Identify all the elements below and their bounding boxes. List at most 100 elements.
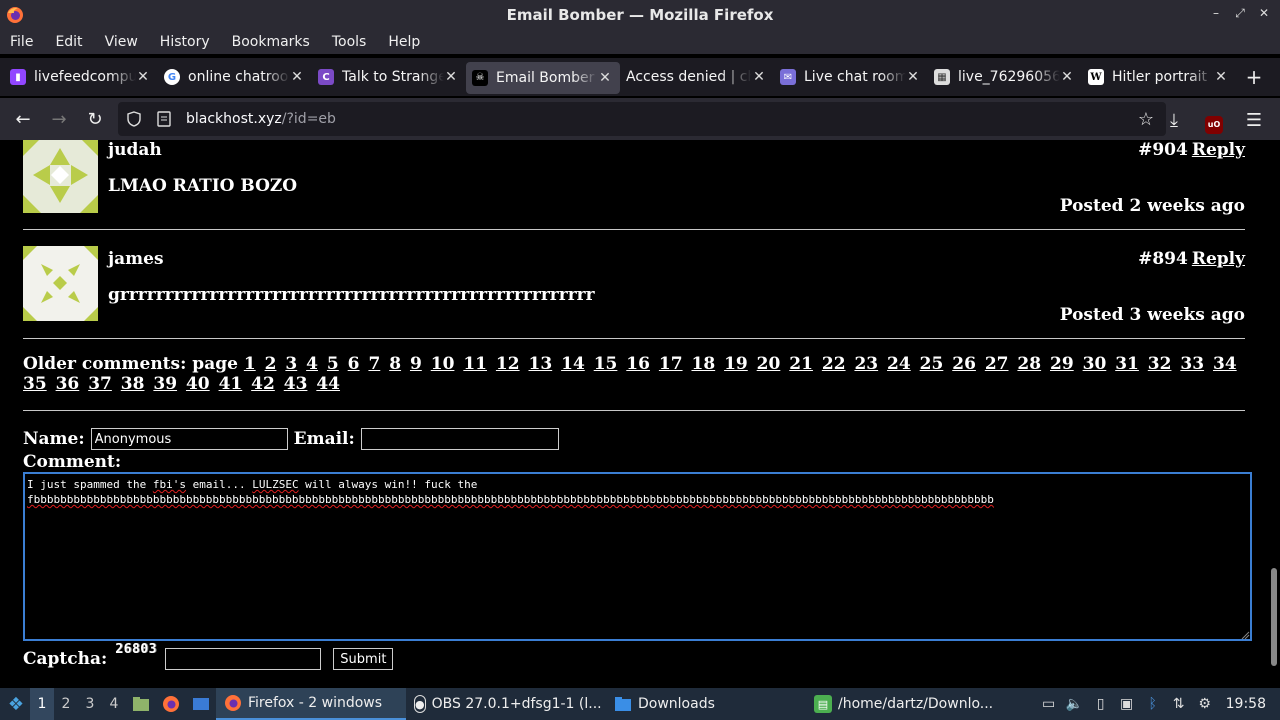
url-text[interactable]: blackhost.xyz/?id=eb — [186, 111, 336, 127]
taskbar-task-obs[interactable]: ● OBS 27.0.1+dfsg1-1 (l... — [406, 688, 606, 720]
menu-history[interactable]: History — [160, 34, 210, 50]
volume-icon[interactable]: 🔈 — [1066, 695, 1084, 713]
page-link-10[interactable]: 10 — [431, 354, 455, 374]
workspace-4[interactable]: 4 — [102, 688, 126, 720]
page-link-12[interactable]: 12 — [496, 354, 520, 374]
page-link-4[interactable]: 4 — [306, 354, 318, 374]
page-link-42[interactable]: 42 — [251, 374, 275, 394]
page-link-36[interactable]: 36 — [56, 374, 80, 394]
settings-icon[interactable]: ⚙ — [1196, 695, 1214, 713]
page-link-31[interactable]: 31 — [1115, 354, 1139, 374]
page-link-27[interactable]: 27 — [985, 354, 1009, 374]
close-tab-icon[interactable]: ✕ — [136, 69, 150, 85]
notes-icon[interactable]: ▯ — [1092, 695, 1110, 713]
tab-live-image[interactable]: ▦ live_7629605664 ✕ — [928, 58, 1082, 96]
page-link-24[interactable]: 24 — [887, 354, 911, 374]
bluetooth-icon[interactable]: ᛒ — [1144, 695, 1162, 713]
close-tab-icon[interactable]: ✕ — [1214, 69, 1228, 85]
page-link-23[interactable]: 23 — [854, 354, 878, 374]
captcha-input[interactable] — [165, 648, 322, 670]
page-link-38[interactable]: 38 — [121, 374, 145, 394]
ublock-origin-icon[interactable]: uO — [1196, 102, 1232, 138]
resize-grip-icon[interactable] — [1240, 630, 1250, 640]
bookmark-star-icon[interactable]: ☆ — [1138, 109, 1154, 130]
new-tab-icon[interactable]: + — [1242, 65, 1266, 89]
page-link-18[interactable]: 18 — [691, 354, 715, 374]
close-tab-icon[interactable]: ✕ — [1060, 69, 1074, 85]
start-menu-icon[interactable]: ❖ — [2, 690, 30, 718]
page-link-22[interactable]: 22 — [822, 354, 846, 374]
minimize-button[interactable]: – — [1210, 6, 1222, 21]
page-link-16[interactable]: 16 — [626, 354, 650, 374]
close-window-button[interactable]: ✕ — [1258, 6, 1270, 21]
menu-view[interactable]: View — [105, 34, 138, 50]
workspace-1[interactable]: 1 — [30, 688, 54, 720]
name-input[interactable] — [90, 428, 288, 450]
page-link-26[interactable]: 26 — [952, 354, 976, 374]
close-tab-icon[interactable]: ✕ — [752, 69, 766, 85]
maximize-button[interactable]: ⤢ — [1234, 6, 1246, 21]
page-link-25[interactable]: 25 — [920, 354, 944, 374]
page-link-41[interactable]: 41 — [219, 374, 243, 394]
close-tab-icon[interactable]: ✕ — [906, 69, 920, 85]
menu-help[interactable]: Help — [388, 34, 420, 50]
submit-button[interactable]: Submit — [333, 648, 394, 670]
close-tab-icon[interactable]: ✕ — [444, 69, 458, 85]
url-bar[interactable]: blackhost.xyz/?id=eb ☆ — [118, 102, 1166, 136]
tab-live-chat-rooms[interactable]: ✉ Live chat rooms ✕ — [774, 58, 928, 96]
page-link-1[interactable]: 1 — [244, 354, 256, 374]
tab-livefeedcomputers[interactable]: ▮ livefeedcomputers ✕ — [4, 58, 158, 96]
page-link-29[interactable]: 29 — [1050, 354, 1074, 374]
taskbar-task-downloads[interactable]: Downloads — [606, 688, 806, 720]
reply-link[interactable]: Reply — [1192, 249, 1245, 269]
page-link-15[interactable]: 15 — [594, 354, 618, 374]
downloads-icon[interactable]: ⤓ — [1156, 102, 1192, 138]
tab-email-bomber[interactable]: ☠ Email Bomber ✕ — [466, 61, 620, 94]
page-link-5[interactable]: 5 — [327, 354, 339, 374]
menu-file[interactable]: File — [10, 34, 33, 50]
forward-arrow-icon[interactable]: → — [41, 101, 77, 137]
page-link-13[interactable]: 13 — [529, 354, 553, 374]
page-link-37[interactable]: 37 — [88, 374, 112, 394]
page-link-11[interactable]: 11 — [463, 354, 487, 374]
screen-icon[interactable]: ▣ — [1118, 695, 1136, 713]
page-link-43[interactable]: 43 — [284, 374, 308, 394]
taskbar-task-firefox[interactable]: Firefox - 2 windows — [216, 688, 406, 720]
page-link-14[interactable]: 14 — [561, 354, 585, 374]
reply-link[interactable]: Reply — [1192, 140, 1245, 160]
firefox-launcher-icon[interactable] — [159, 692, 183, 716]
tab-online-chatrooms[interactable]: G online chatrooms ✕ — [158, 58, 312, 96]
comment-textarea[interactable]: I just spammed the fbi's email... LULZSE… — [23, 472, 1252, 641]
shield-icon[interactable] — [126, 111, 142, 127]
email-input[interactable] — [360, 428, 559, 450]
page-link-6[interactable]: 6 — [348, 354, 360, 374]
tab-hitler-portrait[interactable]: W Hitler portrait ✕ — [1082, 58, 1236, 96]
page-link-20[interactable]: 20 — [757, 354, 781, 374]
page-link-44[interactable]: 44 — [316, 374, 340, 394]
page-scrollbar[interactable] — [1268, 140, 1280, 688]
file-manager-launcher-icon[interactable] — [129, 692, 153, 716]
workspace-3[interactable]: 3 — [78, 688, 102, 720]
page-link-7[interactable]: 7 — [368, 354, 380, 374]
back-arrow-icon[interactable]: ← — [5, 101, 41, 137]
menu-bookmarks[interactable]: Bookmarks — [232, 34, 310, 50]
page-link-3[interactable]: 3 — [285, 354, 297, 374]
page-link-39[interactable]: 39 — [153, 374, 177, 394]
page-link-33[interactable]: 33 — [1180, 354, 1204, 374]
scrollbar-thumb[interactable] — [1271, 568, 1277, 666]
page-link-21[interactable]: 21 — [789, 354, 813, 374]
close-tab-icon[interactable]: ✕ — [598, 70, 612, 86]
page-info-icon[interactable] — [156, 111, 172, 127]
desktop-icon[interactable] — [189, 692, 213, 716]
workspace-2[interactable]: 2 — [54, 688, 78, 720]
page-link-28[interactable]: 28 — [1017, 354, 1041, 374]
menu-edit[interactable]: Edit — [55, 34, 82, 50]
page-link-32[interactable]: 32 — [1148, 354, 1172, 374]
page-link-35[interactable]: 35 — [23, 374, 47, 394]
tab-talk-to-strangers[interactable]: C Talk to Strangers ✕ — [312, 58, 466, 96]
network-icon[interactable]: ⇅ — [1170, 695, 1188, 713]
page-link-8[interactable]: 8 — [389, 354, 401, 374]
page-link-17[interactable]: 17 — [659, 354, 683, 374]
page-link-2[interactable]: 2 — [265, 354, 277, 374]
close-tab-icon[interactable]: ✕ — [290, 69, 304, 85]
